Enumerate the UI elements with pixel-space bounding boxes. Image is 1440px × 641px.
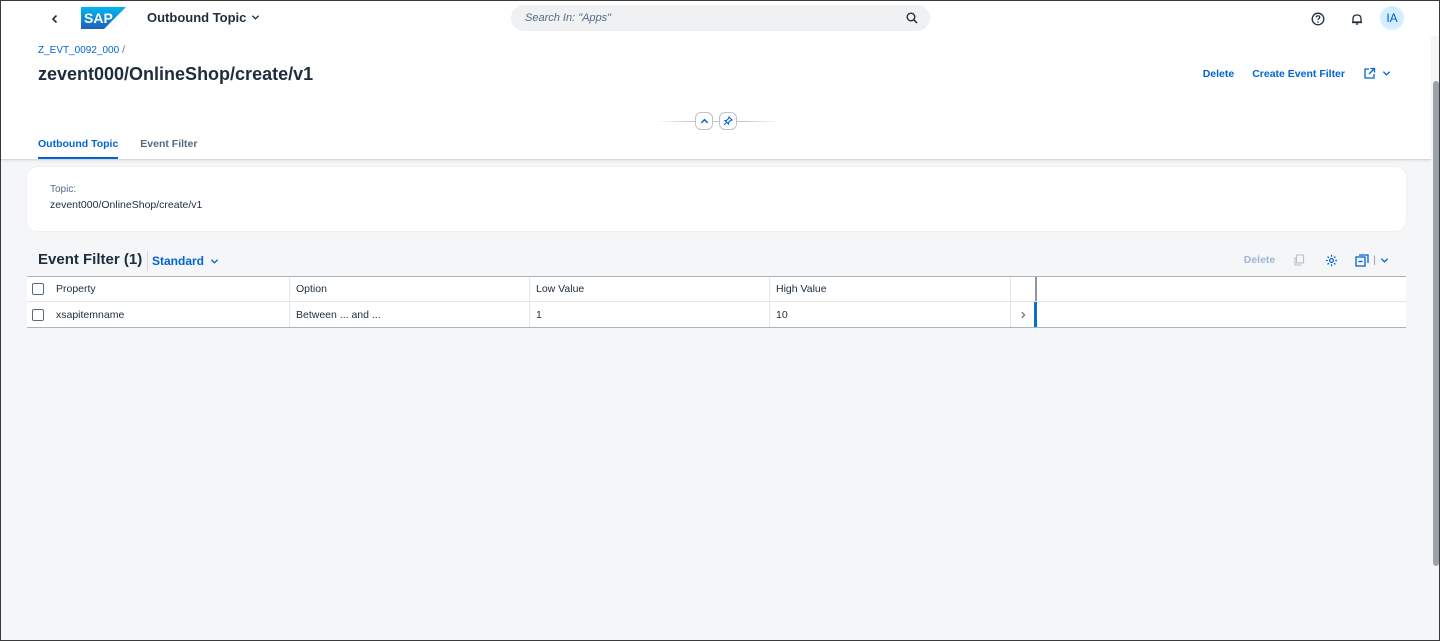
cell-option: Between ... and ... xyxy=(290,302,530,327)
table-delete-button[interactable]: Delete xyxy=(1244,254,1276,266)
topic-section: Topic: zevent000/OnlineShop/create/v1 xyxy=(27,167,1406,231)
column-header-navigation xyxy=(1011,277,1037,301)
app-title: Outbound Topic xyxy=(147,10,247,25)
toolbar-divider: | xyxy=(1373,254,1376,266)
tab-outbound-topic[interactable]: Outbound Topic xyxy=(38,138,119,159)
help-button[interactable] xyxy=(1308,9,1328,29)
tab-bar: Outbound Topic Event Filter xyxy=(38,138,197,159)
avatar[interactable]: IA xyxy=(1380,6,1404,30)
header-actions: Delete Create Event Filter xyxy=(1203,67,1391,80)
search-icon[interactable] xyxy=(906,12,918,24)
variant-label: Standard xyxy=(152,254,205,268)
event-filter-table: Property Option Low Value High Value xsa… xyxy=(27,276,1406,328)
variant-selector[interactable]: Standard xyxy=(147,251,219,271)
chevron-down-icon xyxy=(1382,71,1391,76)
search-input[interactable]: Search In: "Apps" xyxy=(525,12,906,24)
event-filter-title: Event Filter (1) xyxy=(38,251,143,268)
cell-high-value: 10 xyxy=(770,302,1011,327)
breadcrumb: Z_EVT_0092_000/ xyxy=(38,45,125,56)
gear-icon xyxy=(1325,254,1337,266)
avatar-initials: IA xyxy=(1386,11,1398,25)
create-event-filter-button[interactable]: Create Event Filter xyxy=(1252,68,1345,80)
chevron-down-icon xyxy=(1380,257,1389,263)
column-header-high-value[interactable]: High Value xyxy=(770,277,1011,301)
notifications-button[interactable] xyxy=(1347,9,1367,29)
select-all-checkbox[interactable] xyxy=(32,283,44,295)
copy-button[interactable] xyxy=(1291,252,1307,268)
search-field[interactable]: Search In: "Apps" xyxy=(511,5,930,31)
share-menu-button[interactable] xyxy=(1363,67,1391,80)
table-filler xyxy=(1037,302,1406,327)
export-menu-button[interactable]: | xyxy=(1355,253,1389,267)
pin-header-button[interactable] xyxy=(719,112,737,130)
scrollbar-thumb[interactable] xyxy=(1433,81,1439,566)
page-title: zevent000/OnlineShop/create/v1 xyxy=(38,64,314,84)
pin-icon xyxy=(723,116,733,126)
chevron-up-icon xyxy=(700,118,708,123)
share-icon xyxy=(1364,67,1376,79)
help-icon xyxy=(1311,12,1325,26)
export-icon xyxy=(1355,253,1369,267)
row-navigation-button[interactable] xyxy=(1011,302,1037,327)
bell-icon xyxy=(1352,14,1362,25)
table-header-row: Property Option Low Value High Value xyxy=(27,277,1406,302)
cell-property: xsapitemname xyxy=(50,302,290,327)
column-header-property[interactable]: Property xyxy=(50,277,290,301)
tab-event-filter[interactable]: Event Filter xyxy=(140,138,197,159)
sap-logo[interactable]: SAP xyxy=(81,7,126,29)
column-header-low-value[interactable]: Low Value xyxy=(530,277,770,301)
select-all-cell xyxy=(27,277,50,301)
topic-label: Topic: xyxy=(50,184,77,195)
shell-bar: SAP Outbound Topic Search In: "Apps" IA xyxy=(1,1,1439,36)
topic-value: zevent000/OnlineShop/create/v1 xyxy=(50,199,203,211)
app-title-menu[interactable]: Outbound Topic xyxy=(147,10,260,25)
row-checkbox[interactable] xyxy=(32,308,44,321)
cell-low-value: 1 xyxy=(530,302,770,327)
settings-button[interactable] xyxy=(1323,252,1339,268)
breadcrumb-link[interactable]: Z_EVT_0092_000 xyxy=(38,45,119,56)
table-filler xyxy=(1037,277,1406,301)
back-button[interactable] xyxy=(45,9,65,29)
sap-logo-text: SAP xyxy=(84,10,113,26)
table-row[interactable]: xsapitemname Between ... and ... 1 10 xyxy=(27,302,1406,327)
chevron-down-icon xyxy=(210,258,219,264)
row-select-cell xyxy=(27,302,50,327)
breadcrumb-separator: / xyxy=(122,45,125,56)
chevron-right-icon xyxy=(1020,311,1025,318)
delete-button[interactable]: Delete xyxy=(1203,68,1235,80)
object-header: Z_EVT_0092_000/ zevent000/OnlineShop/cre… xyxy=(1,36,1431,160)
table-toolbar: Delete | xyxy=(1244,252,1389,268)
chevron-down-icon xyxy=(252,15,260,20)
header-collapse-bar xyxy=(656,112,781,130)
collapse-header-button[interactable] xyxy=(695,112,713,130)
chevron-left-icon xyxy=(51,14,58,24)
column-header-option[interactable]: Option xyxy=(290,277,530,301)
copy-icon xyxy=(1294,254,1305,266)
